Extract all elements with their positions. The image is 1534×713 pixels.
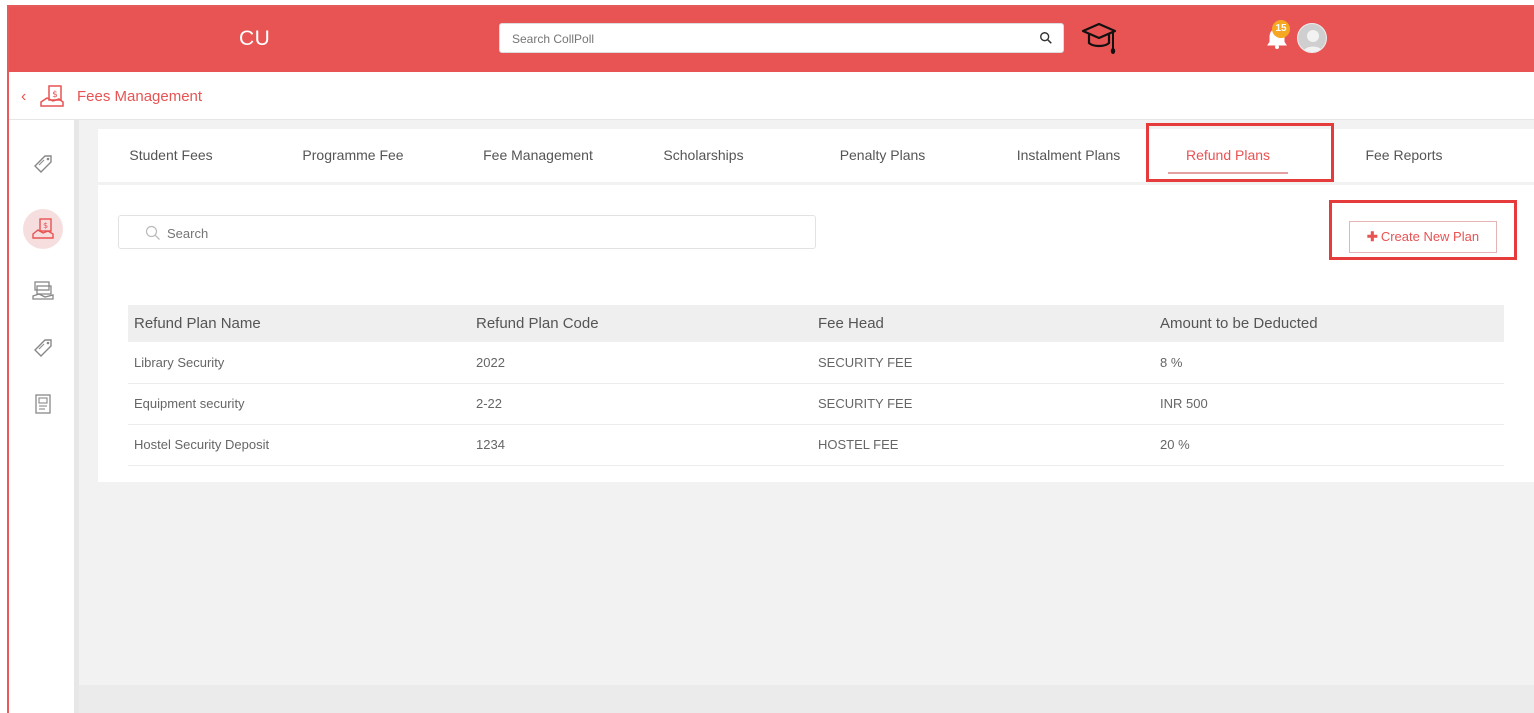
back-chevron-icon[interactable]: ‹ [21,88,26,106]
fee-head: SECURITY FEE [812,342,1154,384]
report-icon [35,394,51,414]
brand-logo[interactable]: CU [239,27,270,51]
tab-student-fees[interactable]: Student Fees [112,129,230,182]
fees-icon: $ [40,85,64,107]
deduction-amount: 20 % [1154,424,1504,466]
table-row[interactable]: Library Security 2022 SECURITY FEE 8 % [128,342,1504,384]
page-title: Fees Management [77,88,203,105]
sidebar-item-reports[interactable] [23,384,63,424]
plan-code: 1234 [470,424,812,466]
search-icon [145,225,160,240]
deduction-amount: INR 500 [1154,383,1504,425]
plan-name: Equipment security [128,383,470,425]
top-bar: CU 15 [9,7,1534,72]
column-header[interactable]: Refund Plan Name [128,305,470,342]
column-header[interactable]: Refund Plan Code [470,305,812,342]
sidebar: $ [9,120,79,713]
svg-text:$: $ [52,90,58,100]
search-icon[interactable] [1039,31,1053,45]
refund-plans-panel: ✚Create New Plan Refund Plan Name Refund… [98,185,1534,482]
sidebar-item-fees[interactable]: $ [23,209,63,249]
tag-icon [34,339,52,357]
breadcrumb: ‹ $ Fees Management [9,72,1534,120]
tab-programme-fee[interactable]: Programme Fee [288,129,418,182]
highlight-refund-plans-tab [1146,123,1334,182]
plan-code: 2-22 [470,383,812,425]
table-header-row: Refund Plan Name Refund Plan Code Fee He… [128,305,1504,342]
money-stack-icon [32,281,54,300]
svg-text:$: $ [43,221,48,230]
graduation-cap-icon[interactable] [1079,21,1119,57]
tab-scholarships[interactable]: Scholarships [646,129,761,182]
global-search [499,23,1064,53]
column-header[interactable]: Fee Head [812,305,1154,342]
column-header[interactable]: Amount to be Deducted [1154,305,1504,342]
sidebar-item-payments[interactable] [23,270,63,310]
tab-penalty-plans[interactable]: Penalty Plans [820,129,945,182]
plan-search-input[interactable] [167,223,767,243]
refund-plans-table: Refund Plan Name Refund Plan Code Fee He… [128,305,1504,466]
notification-badge: 15 [1272,20,1290,38]
fees-icon: $ [32,218,54,239]
fee-head: HOSTEL FEE [812,424,1154,466]
table-row[interactable]: Hostel Security Deposit 1234 HOSTEL FEE … [128,424,1504,466]
deduction-amount: 8 % [1154,342,1504,384]
highlight-create-plan-button [1329,200,1517,260]
footer-strip [79,685,1534,713]
tag-icon [34,155,52,173]
plan-search [118,215,816,249]
fee-head: SECURITY FEE [812,383,1154,425]
sidebar-item-discounts[interactable] [23,328,63,368]
plan-name: Library Security [128,342,470,384]
table-row[interactable]: Equipment security 2-22 SECURITY FEE INR… [128,383,1504,425]
global-search-input[interactable] [512,29,1012,49]
user-icon [1302,30,1324,52]
sidebar-item-tags[interactable] [23,144,63,184]
plan-name: Hostel Security Deposit [128,424,470,466]
app-frame: CU 15 ‹ [7,5,1534,713]
tab-fee-reports[interactable]: Fee Reports [1348,129,1460,182]
user-avatar[interactable] [1297,23,1327,53]
tab-fee-management[interactable]: Fee Management [468,129,608,182]
tab-instalment-plans[interactable]: Instalment Plans [996,129,1141,182]
plan-code: 2022 [470,342,812,384]
